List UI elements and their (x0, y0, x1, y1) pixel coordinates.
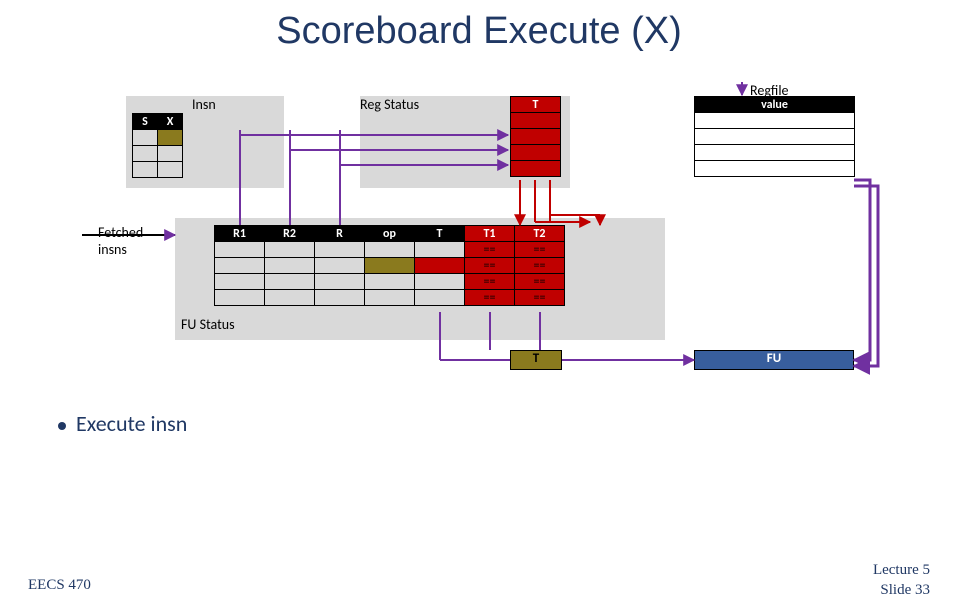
insn-col-x: X (158, 114, 183, 130)
fu-col-t1: T1 (465, 226, 515, 242)
fu-col-r: R (315, 226, 365, 242)
fustatus-label: FU Status (181, 316, 235, 333)
regstatus-header: T (511, 97, 561, 113)
regstatus-label: Reg Status (360, 96, 419, 113)
fu-col-r1: R1 (215, 226, 265, 242)
insn-table: SX (132, 113, 183, 178)
footer-lecture: Lecture 5 (873, 561, 930, 581)
fu-table: R1 R2 R op T T1 T2 ==== ==== ==== ==== (214, 225, 565, 306)
footer-course: EECS 470 (28, 577, 91, 594)
slide-title: Scoreboard Execute (X) (0, 10, 958, 53)
bullet-icon (58, 422, 66, 430)
fu-col-t: T (415, 226, 465, 242)
bullet-label: Execute insn (76, 410, 187, 437)
fu-box: FU (694, 350, 854, 370)
fu-col-op: op (365, 226, 415, 242)
insn-label: Insn (192, 96, 216, 113)
bullet-execute: Execute insn (58, 410, 187, 437)
fu-col-t2: T2 (515, 226, 565, 242)
t-box: T (510, 350, 562, 370)
insn-col-s: S (133, 114, 158, 130)
fu-col-r2: R2 (265, 226, 315, 242)
fetched-label: Fetched insns (98, 224, 143, 258)
regstatus-table: T (510, 96, 561, 177)
footer-slide-num: Slide 33 (873, 581, 930, 601)
regfile-header: value (695, 97, 855, 113)
footer-slide: Lecture 5 Slide 33 (873, 561, 930, 600)
regfile-table: value (694, 96, 855, 177)
